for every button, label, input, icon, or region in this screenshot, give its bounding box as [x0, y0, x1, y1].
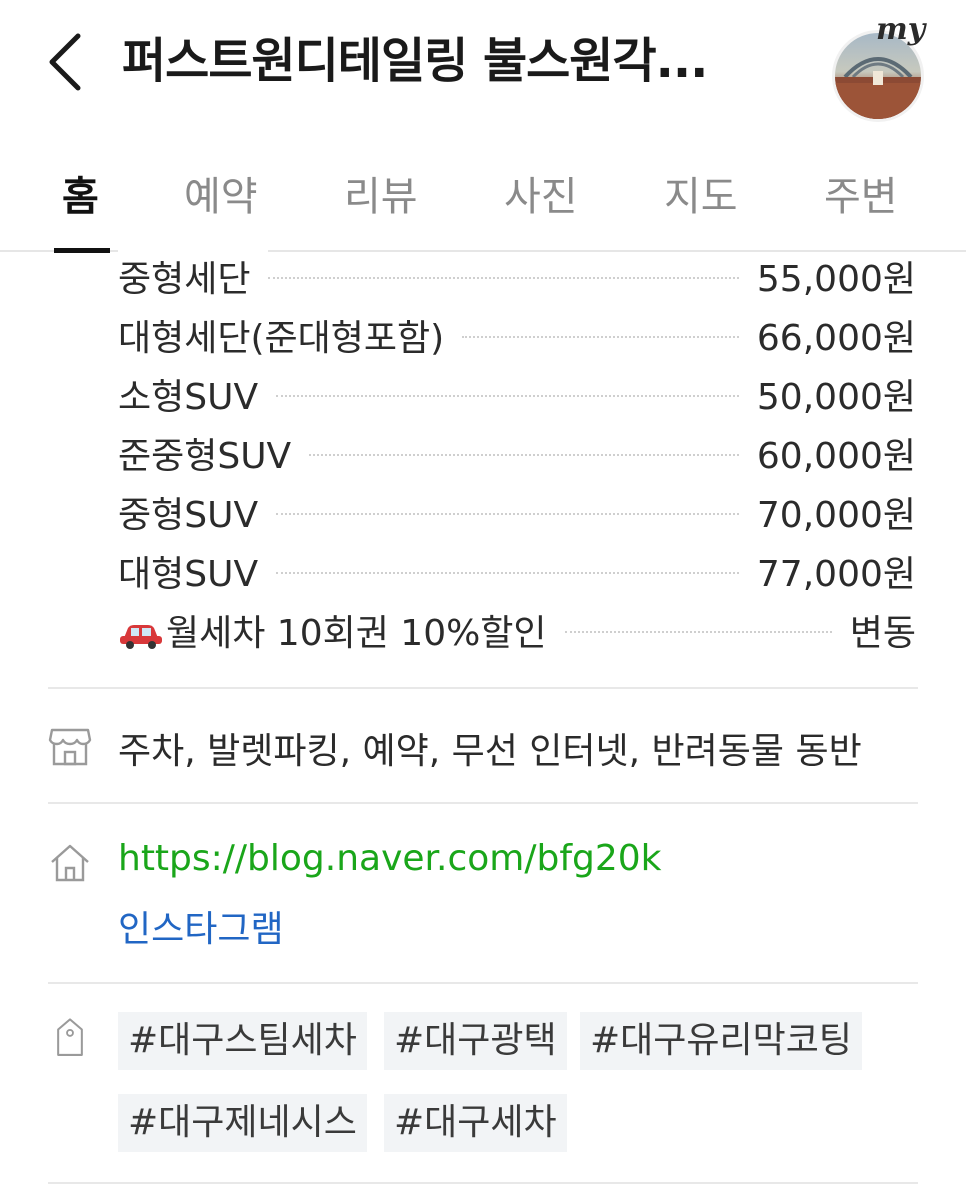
tab-reservation[interactable]: 예약: [184, 164, 258, 222]
price-name: 준중형SUV: [118, 426, 310, 479]
tab-map[interactable]: 지도: [664, 164, 738, 222]
chevron-left-icon: [49, 33, 81, 91]
price-row: 준중형SUV 60,000원: [118, 423, 916, 482]
links-row: https://blog.naver.com/bfg20k 인스타그램: [48, 838, 918, 958]
hashtag-chip[interactable]: #대구유리막코팅: [580, 1012, 863, 1070]
price-leader: [276, 571, 739, 574]
price-name: 중형SUV: [118, 485, 277, 538]
instagram-link[interactable]: 인스타그램: [118, 900, 284, 952]
tab-home[interactable]: 홈: [62, 164, 99, 222]
car-icon: [120, 624, 162, 649]
price-leader: [564, 630, 832, 633]
price-name: 월세차 10회권 10%할인: [166, 612, 547, 654]
tab-photo[interactable]: 사진: [504, 164, 578, 222]
price-value: 50,000원: [756, 376, 916, 418]
price-name-with-icon: 월세차 10회권 10%할인: [118, 603, 565, 656]
section-divider: [48, 687, 918, 689]
price-row: 중형SUV 70,000원: [118, 482, 916, 541]
price-leader: [276, 512, 739, 515]
price-leader: [309, 453, 739, 456]
active-tab-indicator: [54, 248, 110, 253]
tags-row: #대구스팀세차 #대구광택 #대구유리막코팅 #대구제네시스 #대구세차: [48, 1012, 918, 1162]
amenities-row: 주차, 발렛파킹, 예약, 무선 인터넷, 반려동물 동반: [48, 722, 918, 772]
price-row: 월세차 10회권 10%할인 변동: [118, 600, 916, 659]
price-value: 70,000원: [756, 494, 916, 536]
tab-review[interactable]: 리뷰: [344, 164, 418, 222]
tab-bar: 홈 예약 리뷰 사진 지도 주변: [0, 150, 966, 250]
amenities-text: 주차, 발렛파킹, 예약, 무선 인터넷, 반려동물 동반: [118, 731, 862, 772]
section-divider: [48, 982, 918, 984]
price-value: 55,000원: [756, 258, 916, 300]
price-leader: [276, 394, 739, 397]
tab-nearby[interactable]: 주변: [824, 164, 898, 222]
section-divider: [48, 1182, 918, 1184]
price-name: 소형SUV: [118, 367, 277, 420]
hashtag-chip[interactable]: #대구세차: [384, 1094, 567, 1152]
price-name: 대형세단(준대형포함): [118, 308, 463, 361]
back-button[interactable]: [38, 30, 94, 94]
store-icon: [48, 728, 92, 766]
homepage-link[interactable]: https://blog.naver.com/bfg20k: [118, 838, 662, 879]
price-leader: [268, 276, 739, 279]
price-row: 중형세단 55,000원: [118, 246, 916, 305]
price-list: 중형세단 55,000원 대형세단(준대형포함) 66,000원 소형SUV 5…: [118, 249, 916, 659]
price-name: 대형SUV: [118, 544, 277, 597]
top-header: 퍼스트원디테일링 불스원각... my 홈 예약 리뷰 사진 지도 주변: [0, 0, 966, 252]
price-value: 66,000원: [756, 317, 916, 359]
price-leader: [462, 335, 739, 338]
tag-icon: [57, 1018, 83, 1056]
hashtag-chip[interactable]: #대구제네시스: [118, 1094, 367, 1152]
section-divider: [48, 802, 918, 804]
price-row: 대형세단(준대형포함) 66,000원: [118, 305, 916, 364]
price-row: 대형SUV 77,000원: [118, 541, 916, 600]
price-value: 60,000원: [756, 435, 916, 477]
hashtag-chip[interactable]: #대구스팀세차: [118, 1012, 367, 1070]
price-value: 변동: [849, 612, 916, 654]
home-icon: [51, 844, 89, 882]
hashtag-chip[interactable]: #대구광택: [384, 1012, 567, 1070]
price-name: 중형세단: [118, 249, 269, 302]
page-title: 퍼스트원디테일링 불스원각...: [122, 33, 708, 89]
price-row: 소형SUV 50,000원: [118, 364, 916, 423]
price-value: 77,000원: [756, 553, 916, 595]
my-label: my: [876, 12, 926, 47]
